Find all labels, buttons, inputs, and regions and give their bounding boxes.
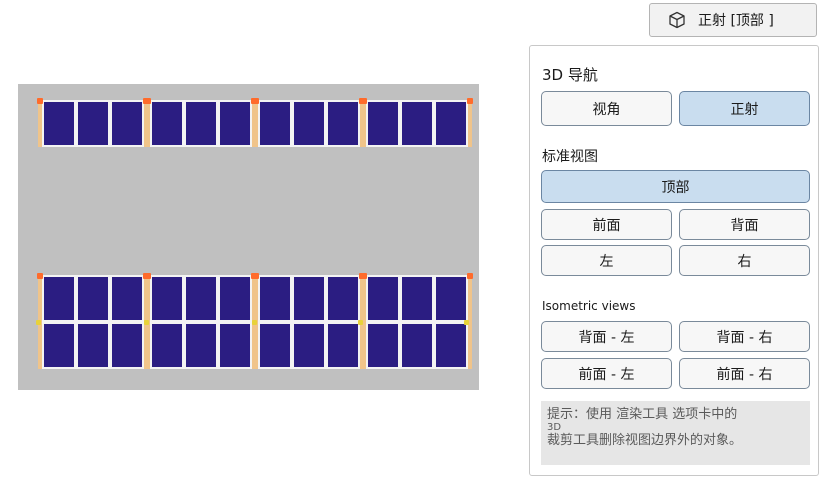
solar-panel: [76, 275, 110, 322]
solar-panel: [150, 100, 184, 147]
mount-joint: [358, 320, 363, 325]
solar-panel: [258, 322, 292, 369]
solar-panel: [292, 322, 326, 369]
cube-icon: [669, 11, 685, 29]
iso-back-right-button[interactable]: 背面 - 右: [679, 321, 810, 352]
solar-panel: [326, 322, 360, 369]
hint-text-line-3: 裁剪工具删除视图边界外的对象。: [547, 433, 743, 448]
solar-panel: [434, 322, 468, 369]
solar-panel: [184, 275, 218, 322]
solar-panel: [366, 275, 400, 322]
view-mode-button[interactable]: 正射 [顶部 ]: [649, 3, 817, 37]
hint-text-line-2: 3D: [547, 422, 562, 433]
panel-section: [253, 98, 365, 147]
mount-joint: [144, 320, 149, 325]
mount-joint: [252, 320, 257, 325]
panel-section: [361, 273, 473, 369]
solar-panel: [218, 100, 252, 147]
standard-views-label: 标准视图: [542, 149, 598, 165]
solar-panel: [184, 100, 218, 147]
iso-front-left-button[interactable]: 前面 - 左: [541, 358, 672, 389]
solar-panel: [258, 275, 292, 322]
solar-panel: [292, 275, 326, 322]
solar-panel: [184, 322, 218, 369]
perspective-button[interactable]: 视角: [541, 91, 672, 126]
panel-section: [145, 273, 257, 369]
solar-panel: [110, 275, 144, 322]
solar-panel: [400, 275, 434, 322]
mount-joint: [36, 320, 41, 325]
orthographic-button[interactable]: 正射: [679, 91, 810, 126]
solar-panel: [366, 100, 400, 147]
solar-panel: [258, 100, 292, 147]
solar-panel: [400, 100, 434, 147]
solar-panel: [400, 322, 434, 369]
view-left-button[interactable]: 左: [541, 245, 672, 276]
isometric-views-label: Isometric views: [542, 299, 636, 313]
solar-panel: [218, 322, 252, 369]
panel-section: [37, 273, 149, 369]
solar-panel: [150, 322, 184, 369]
iso-front-right-button[interactable]: 前面 - 右: [679, 358, 810, 389]
mount-joint: [464, 320, 469, 325]
iso-back-left-button[interactable]: 背面 - 左: [541, 321, 672, 352]
solar-panel: [110, 100, 144, 147]
solar-panel: [326, 100, 360, 147]
solar-panel: [218, 275, 252, 322]
hint-box: 提示：使用 渲染工具 选项卡中的 3D 裁剪工具删除视图边界外的对象。: [541, 401, 810, 465]
solar-panel: [434, 100, 468, 147]
solar-panel: [76, 100, 110, 147]
hint-text-line-1: 提示：使用 渲染工具 选项卡中的: [547, 407, 738, 422]
panel-section: [37, 98, 149, 147]
solar-panel: [42, 322, 76, 369]
view-top-button[interactable]: 顶部: [541, 170, 810, 203]
panel-section: [361, 98, 473, 147]
view-mode-label: 正射 [顶部 ]: [698, 13, 774, 29]
solar-panel: [366, 322, 400, 369]
view-back-button[interactable]: 背面: [679, 209, 810, 240]
panel-section: [145, 98, 257, 147]
solar-panel: [292, 100, 326, 147]
solar-panel: [326, 275, 360, 322]
3d-navigation-panel: 3D 导航 视角 正射 标准视图 顶部 前面 背面 左 右 Isometric …: [529, 45, 819, 476]
panel-section: [253, 273, 365, 369]
view-right-button[interactable]: 右: [679, 245, 810, 276]
solar-panel: [76, 322, 110, 369]
solar-panel: [150, 275, 184, 322]
solar-panel: [42, 100, 76, 147]
solar-panel: [434, 275, 468, 322]
solar-panel: [110, 322, 144, 369]
panel-array-top: [37, 98, 473, 147]
view-front-button[interactable]: 前面: [541, 209, 672, 240]
panel-title: 3D 导航: [542, 66, 598, 84]
solar-panel: [42, 275, 76, 322]
3d-viewport[interactable]: [18, 84, 479, 390]
